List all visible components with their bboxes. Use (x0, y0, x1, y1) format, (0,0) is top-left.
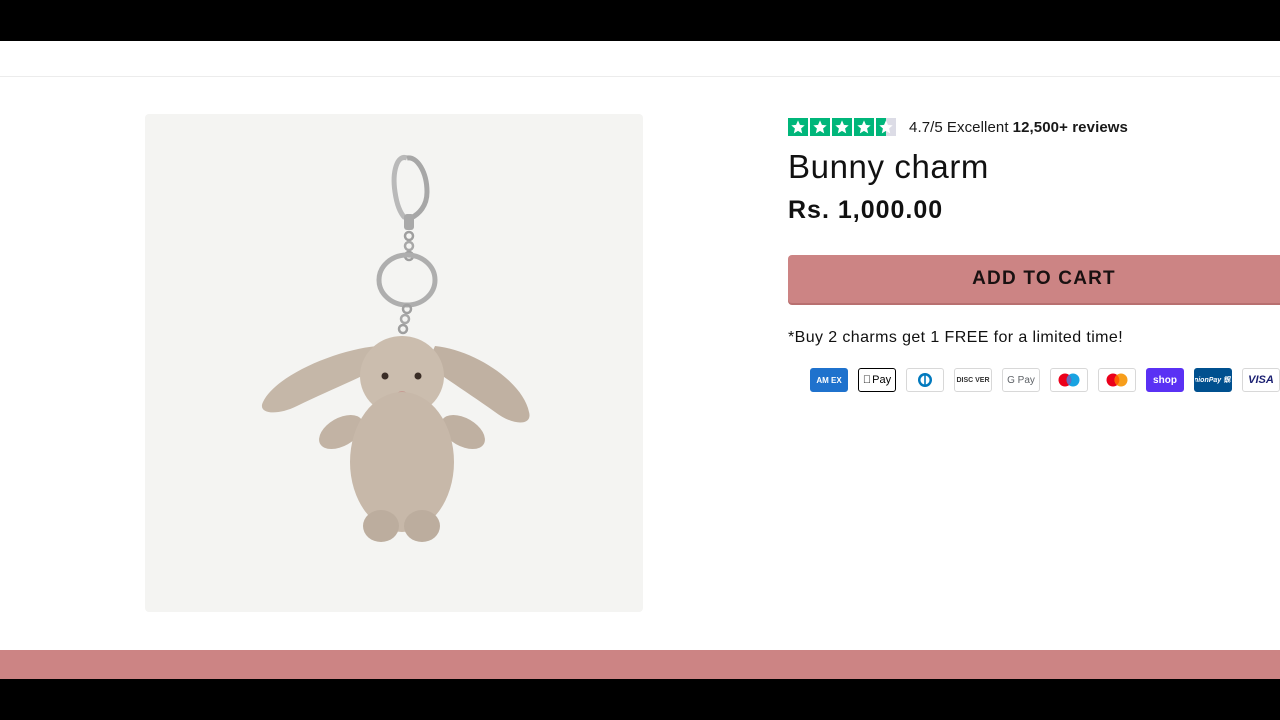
bottom-bar (0, 679, 1280, 720)
star-icon (854, 118, 874, 136)
product-image[interactable] (145, 114, 643, 612)
amex-icon: AM EX (810, 368, 848, 392)
union-pay-icon: UnionPay 银联 (1194, 368, 1232, 392)
rating-label: Excellent (946, 118, 1009, 136)
apple-pay-label: Pay (868, 374, 891, 386)
mastercard-icon (1098, 368, 1136, 392)
bunny-keychain-image (261, 155, 530, 542)
review-count: 12,500+ reviews (1012, 118, 1128, 136)
star-icon (832, 118, 852, 136)
add-to-cart-label: ADD TO CART (972, 268, 1116, 289)
product-price: Rs. 1,000.00 (788, 196, 944, 224)
star-icon (788, 118, 808, 136)
product-info: 4.7/5 Excellent 12,500+ reviews Bunny char… (788, 41, 1280, 441)
google-pay-icon: G Pay (1002, 368, 1040, 392)
half-star-icon (876, 118, 896, 136)
diners-club-icon (906, 368, 944, 392)
top-bar (0, 0, 1280, 41)
discover-icon: DISC VER (954, 368, 992, 392)
rating-stars (788, 118, 896, 136)
footer-accent-bar (0, 650, 1280, 679)
add-to-cart-button[interactable]: ADD TO CART (788, 255, 1280, 303)
visa-icon: VISA (1242, 368, 1280, 392)
star-icon (810, 118, 830, 136)
apple-pay-icon: Pay (858, 368, 896, 392)
promo-text: *Buy 2 charms get 1 FREE for a limited t… (788, 329, 1124, 346)
product-page: 4.7/5 Excellent 12,500+ reviews Bunny char… (0, 41, 1280, 650)
rating-score: 4.7/5 (909, 118, 943, 136)
payment-icons: AM EX Pay DISC VER G Pay shop UnionPay … (810, 368, 1280, 392)
maestro-icon (1050, 368, 1088, 392)
rating-summary: 4.7/5 Excellent 12,500+ reviews (909, 119, 1128, 136)
shop-pay-icon: shop (1146, 368, 1184, 392)
product-title: Bunny charm (788, 148, 990, 185)
trustpilot-rating[interactable]: 4.7/5 Excellent 12,500+ reviews (788, 117, 1128, 137)
